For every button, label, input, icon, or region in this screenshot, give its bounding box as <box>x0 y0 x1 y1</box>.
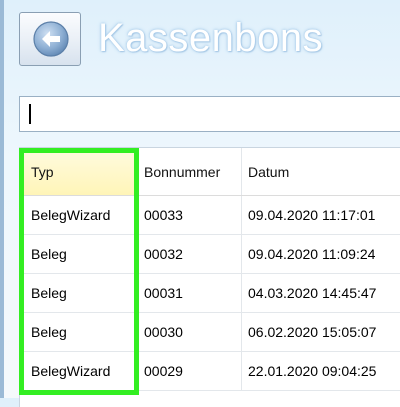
cell-datum: 09.04.2020 11:09:24 <box>248 246 376 262</box>
page-title: Kassenbons <box>98 16 324 60</box>
table-row[interactable]: Beleg 00030 06.02.2020 15:05:07 <box>20 313 400 352</box>
search-input[interactable] <box>19 96 400 132</box>
cell-typ: Beleg <box>20 274 138 312</box>
back-button[interactable] <box>19 12 81 66</box>
cell-datum: 06.02.2020 15:05:07 <box>248 324 377 340</box>
cell-typ: BelegWizard <box>20 352 138 390</box>
header: Kassenbons <box>0 0 400 80</box>
column-header-datum[interactable]: Datum <box>242 148 400 195</box>
cell-bonnummer: 00030 <box>138 313 242 351</box>
cell-bonnummer: 00031 <box>138 274 242 312</box>
cell-bonnummer: 00032 <box>138 235 242 273</box>
grid-header-row: Typ Bonnummer Datum <box>20 148 400 196</box>
table-row[interactable]: BelegWizard 00033 09.04.2020 11:17:01 <box>20 196 400 235</box>
column-header-bonnummer[interactable]: Bonnummer <box>138 148 242 195</box>
column-header-typ[interactable]: Typ <box>20 148 138 195</box>
cell-typ: BelegWizard <box>20 196 138 234</box>
text-caret <box>29 104 31 124</box>
table-row[interactable]: BelegWizard 00029 22.01.2020 09:04:25 <box>20 352 400 391</box>
cell-typ: Beleg <box>20 235 138 273</box>
table-row[interactable]: Beleg 00032 09.04.2020 11:09:24 <box>20 235 400 274</box>
cell-bonnummer: 00029 <box>138 352 242 390</box>
cell-datum: 04.03.2020 14:45:47 <box>248 285 377 301</box>
cell-datum: 22.01.2020 09:04:25 <box>248 363 377 379</box>
cell-bonnummer: 00033 <box>138 196 242 234</box>
arrow-left-icon <box>33 21 69 57</box>
receipts-grid: Typ Bonnummer Datum BelegWizard 00033 09… <box>19 147 400 407</box>
cell-typ: Beleg <box>20 313 138 351</box>
cell-datum: 09.04.2020 11:17:01 <box>248 207 376 223</box>
table-row[interactable]: Beleg 00031 04.03.2020 14:45:47 <box>20 274 400 313</box>
